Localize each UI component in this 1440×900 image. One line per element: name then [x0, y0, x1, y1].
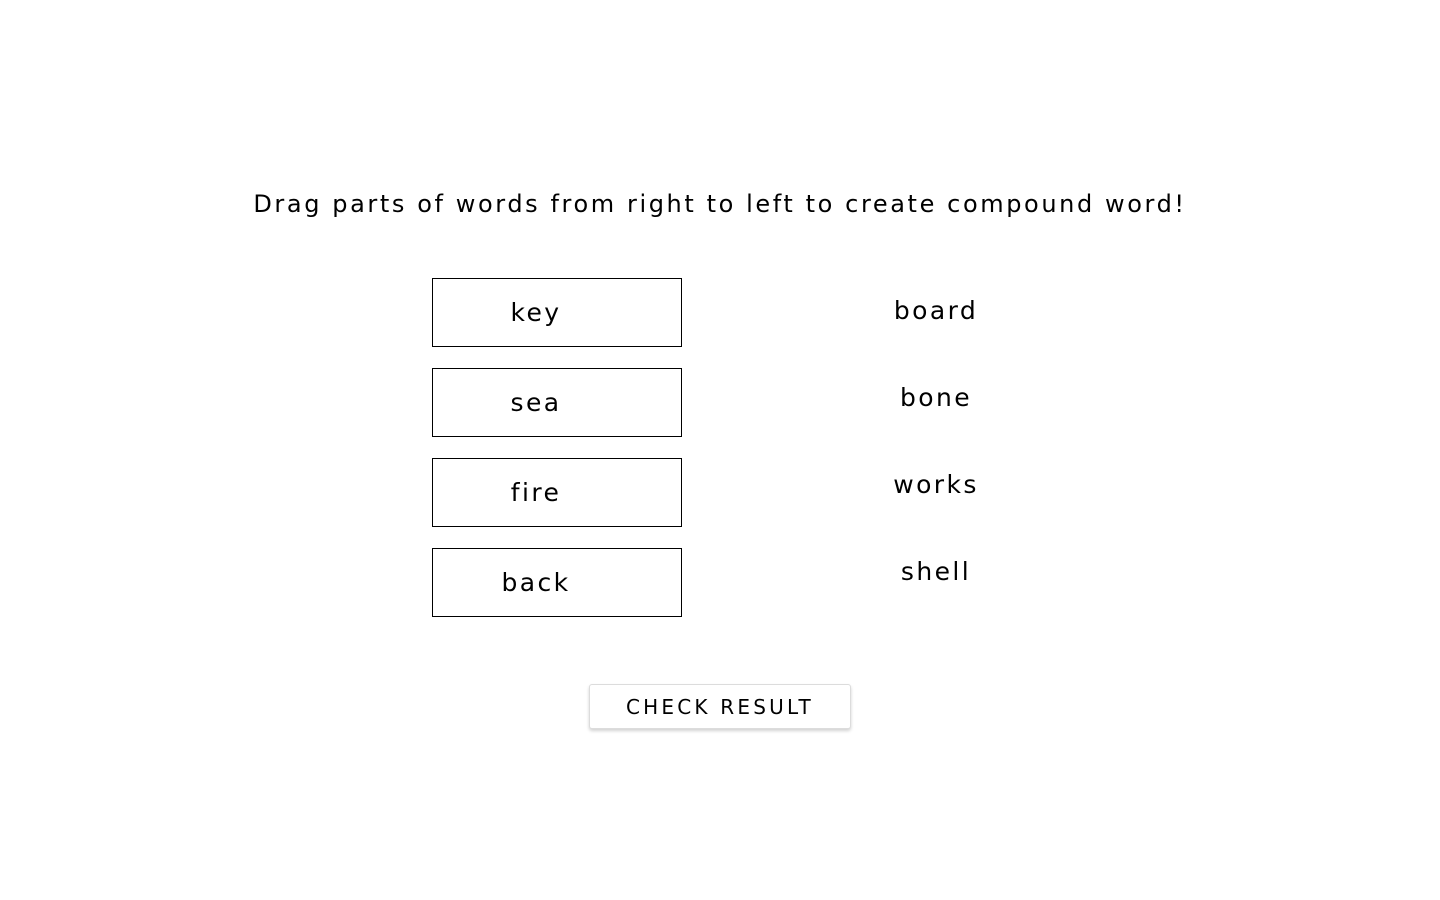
draggable-word-board[interactable]: board: [836, 292, 1036, 379]
drop-slot-back[interactable]: back: [432, 548, 682, 617]
drop-slot-key[interactable]: key: [432, 278, 682, 347]
draggable-word-bone[interactable]: bone: [836, 379, 1036, 466]
first-part-label: sea: [510, 388, 562, 417]
draggable-word-works[interactable]: works: [836, 466, 1036, 553]
word-first-parts: key sea fire back: [432, 278, 682, 638]
compound-word-game: Drag parts of words from right to left t…: [0, 0, 1440, 900]
first-part-label: fire: [510, 478, 562, 507]
first-part-label: key: [510, 298, 562, 327]
first-part-label: back: [501, 568, 571, 597]
draggable-word-parts: board bone works shell: [836, 292, 1036, 640]
check-result-button[interactable]: CHECK RESULT: [589, 684, 851, 729]
instruction-text: Drag parts of words from right to left t…: [253, 190, 1187, 218]
drop-slot-fire[interactable]: fire: [432, 458, 682, 527]
draggable-word-shell[interactable]: shell: [836, 553, 1036, 640]
drop-slot-sea[interactable]: sea: [432, 368, 682, 437]
